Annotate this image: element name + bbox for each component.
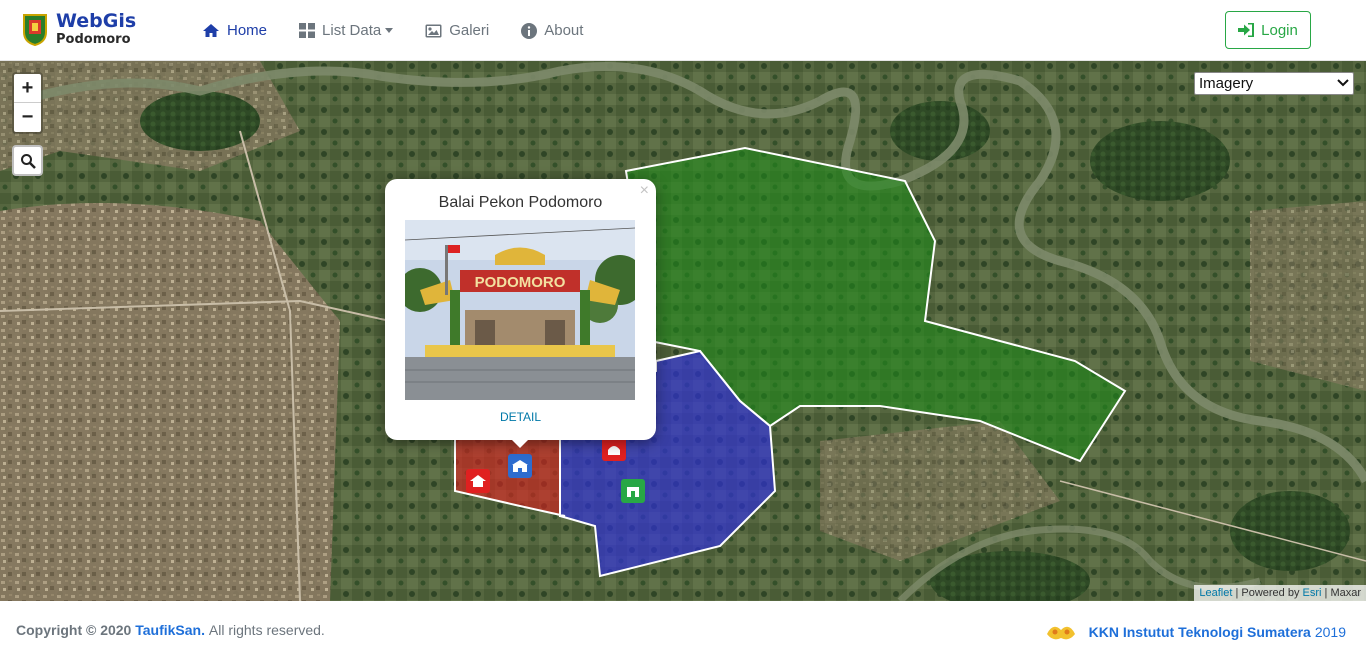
home-icon: [203, 24, 219, 37]
nav-home-label: Home: [227, 22, 268, 39]
map-popup: × Balai Pekon Podomoro PODOMORO DETAIL: [385, 179, 656, 448]
nav-about-label: About: [544, 22, 584, 39]
map-search-button[interactable]: [12, 145, 43, 176]
leaflet-link[interactable]: Leaflet: [1199, 587, 1232, 599]
grid-icon: [299, 23, 316, 38]
brand[interactable]: WebGis Podomoro: [22, 12, 136, 46]
image-icon: [425, 24, 442, 37]
zoom-out-button[interactable]: −: [14, 103, 41, 132]
main-nav: Home List Data Galeri About: [202, 0, 615, 61]
attribution-sep1: | Powered by: [1232, 587, 1303, 599]
copyright-text: Copyright © 2020: [16, 622, 132, 638]
gate-sign: PODOMORO: [475, 274, 566, 291]
footer: Copyright © 2020 TaufikSan. All rights r…: [0, 601, 1366, 658]
marker-house-icon[interactable]: [466, 469, 490, 493]
popup-detail-link[interactable]: DETAIL: [385, 410, 656, 424]
login-label: Login: [1261, 21, 1298, 39]
kkn-credit: KKN Instutut Teknologi Sumatera 2019: [1045, 620, 1346, 644]
esri-link[interactable]: Esri: [1303, 587, 1322, 599]
map-container[interactable]: + − Imagery × Balai Pekon Podomoro PODOM…: [0, 61, 1366, 601]
zoom-in-button[interactable]: +: [14, 74, 41, 103]
info-icon: [521, 22, 538, 39]
marker-school-icon[interactable]: [508, 454, 532, 478]
basemap-select[interactable]: Imagery: [1194, 72, 1354, 95]
marker-shop-icon[interactable]: [621, 479, 645, 503]
map-attribution: Leaflet | Powered by Esri | Maxar: [1194, 585, 1366, 601]
rights-text: All rights reserved.: [208, 622, 325, 638]
popup-tip: [510, 438, 530, 448]
kkn-logo-icon: [1046, 626, 1075, 640]
basemap-selected: Imagery: [1199, 75, 1254, 92]
brand-subtitle: Podomoro: [56, 32, 131, 47]
marker-mosque-icon[interactable]: [602, 437, 626, 461]
sign-in-icon: [1238, 23, 1255, 37]
brand-title: WebGis: [56, 10, 137, 32]
nav-galeri-label: Galeri: [449, 22, 490, 39]
chevron-down-icon: [1337, 79, 1349, 87]
kkn-text: KKN Instutut Teknologi Sumatera: [1088, 624, 1311, 640]
author-link[interactable]: TaufikSan.: [135, 622, 205, 638]
kkn-year: 2019: [1314, 624, 1346, 640]
nav-galeri[interactable]: Galeri: [425, 22, 489, 39]
lampung-logo-icon: [23, 14, 47, 46]
popup-photo: PODOMORO: [405, 220, 635, 400]
satellite-basemap[interactable]: [0, 61, 1366, 601]
search-icon: [20, 153, 36, 169]
login-button[interactable]: Login: [1225, 11, 1311, 49]
nav-home[interactable]: Home: [202, 22, 267, 39]
attribution-sep2: | Maxar: [1321, 587, 1361, 599]
zoom-control: + −: [12, 72, 43, 134]
nav-list-data-label: List Data: [322, 22, 382, 39]
chevron-down-icon: [385, 28, 394, 33]
navbar: WebGis Podomoro Home List Data Galeri Ab…: [0, 0, 1366, 61]
nav-list-data[interactable]: List Data: [299, 22, 394, 39]
popup-title: Balai Pekon Podomoro: [438, 194, 603, 211]
copyright: Copyright © 2020 TaufikSan. All rights r…: [16, 622, 325, 638]
nav-about[interactable]: About: [521, 22, 583, 39]
